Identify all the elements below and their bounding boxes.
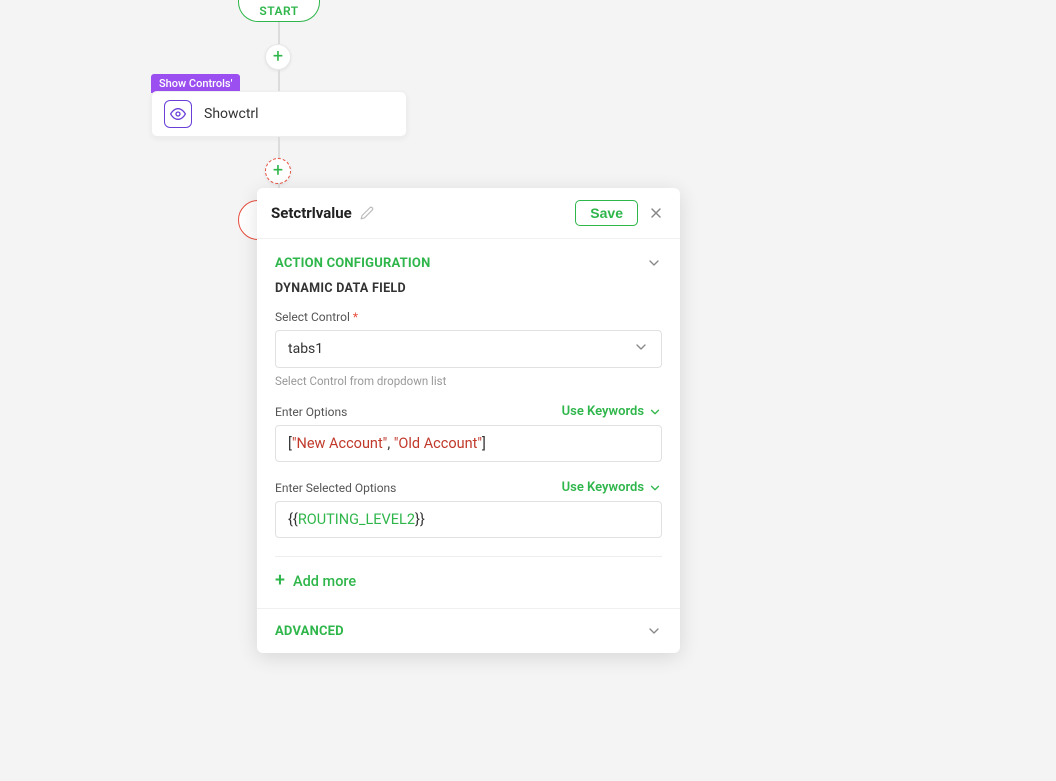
- panel-body: ACTION CONFIGURATION DYNAMIC DATA FIELD …: [257, 239, 680, 608]
- add-more-button[interactable]: + Add more: [275, 572, 356, 590]
- showctrl-node[interactable]: Showctrl: [151, 91, 407, 137]
- field-label: Select Control *: [275, 310, 662, 324]
- enter-selected-options-input[interactable]: {{ROUTING_LEVEL2}}: [275, 501, 662, 538]
- workflow-canvas[interactable]: START + Show Controls' Showctrl + Setctr…: [0, 0, 1056, 781]
- section-advanced[interactable]: ADVANCED: [275, 623, 662, 639]
- plus-icon: +: [275, 572, 285, 590]
- connector: [278, 70, 280, 92]
- field-label: Enter Selected Options: [275, 481, 396, 495]
- panel-header: Setctrlvalue Save: [257, 188, 680, 239]
- section-action-configuration[interactable]: ACTION CONFIGURATION: [275, 255, 662, 271]
- select-value: tabs1: [288, 341, 323, 357]
- add-step-highlight-button[interactable]: +: [265, 158, 291, 184]
- field-hint: Select Control from dropdown list: [275, 374, 662, 388]
- config-panel: Setctrlvalue Save ACTION CONFIGURATION D…: [257, 188, 680, 653]
- close-icon[interactable]: [646, 205, 666, 221]
- chevron-down-icon: [646, 255, 662, 271]
- section-label: ADVANCED: [275, 624, 344, 639]
- section-label: ACTION CONFIGURATION: [275, 256, 430, 271]
- field-enter-options: Enter Options Use Keywords ["New Account…: [275, 404, 662, 462]
- save-button[interactable]: Save: [575, 200, 638, 226]
- start-label: START: [259, 4, 298, 18]
- use-keywords-button[interactable]: Use Keywords: [562, 480, 662, 495]
- panel-footer: ADVANCED: [257, 608, 680, 653]
- select-control-dropdown[interactable]: tabs1: [275, 330, 662, 368]
- field-label: Enter Options: [275, 405, 347, 419]
- connector: [278, 137, 280, 158]
- chevron-down-icon: [633, 339, 649, 359]
- required-asterisk: *: [353, 310, 358, 324]
- divider: [275, 556, 662, 557]
- start-node[interactable]: START: [238, 0, 320, 22]
- dynamic-data-heading: DYNAMIC DATA FIELD: [275, 281, 662, 296]
- use-keywords-button[interactable]: Use Keywords: [562, 404, 662, 419]
- field-select-control: Select Control * tabs1 Select Control fr…: [275, 310, 662, 388]
- add-step-button[interactable]: +: [265, 44, 291, 70]
- enter-options-input[interactable]: ["New Account", "Old Account"]: [275, 425, 662, 462]
- eye-icon: [164, 100, 192, 128]
- chevron-down-icon: [646, 623, 662, 639]
- field-enter-selected-options: Enter Selected Options Use Keywords {{RO…: [275, 480, 662, 538]
- pencil-icon[interactable]: [360, 206, 374, 220]
- connector: [278, 22, 280, 44]
- panel-title: Setctrlvalue: [271, 204, 352, 222]
- node-label: Showctrl: [204, 106, 259, 122]
